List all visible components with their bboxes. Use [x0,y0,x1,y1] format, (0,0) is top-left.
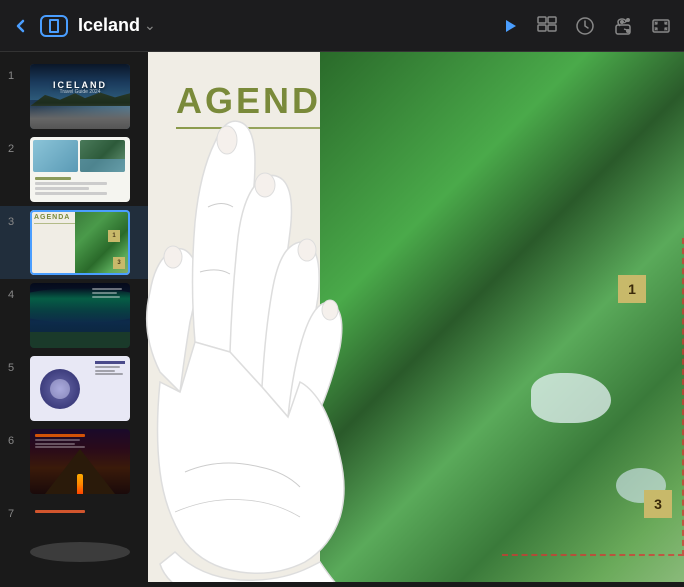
play-button[interactable] [500,16,520,36]
slide-thumbnail-1[interactable]: 1 ICELAND Travel Guide 2024 [0,60,148,133]
slide-panel: 1 ICELAND Travel Guide 2024 2 [0,52,148,582]
toolbar: Iceland ⌄ [0,0,684,52]
share-button[interactable] [612,15,634,37]
slide-preview-5 [30,356,130,421]
slide-preview-4 [30,283,130,348]
slide-editor: AGENDA 1 3 [148,52,684,582]
history-button[interactable] [574,15,596,37]
slide-number-4: 4 [8,283,24,301]
map-badge-1: 1 [618,275,646,303]
agenda-map: 1 3 [320,52,684,582]
slide-number-6: 6 [8,429,24,447]
fullscreen-button[interactable] [650,15,672,37]
slide-preview-6 [30,429,130,494]
slide-thumbnail-7[interactable]: 7 [0,498,148,571]
slide-preview-2 [30,137,130,202]
view-toggle-button[interactable] [40,15,68,37]
slide-number-1: 1 [8,64,24,82]
slide-preview-1: ICELAND Travel Guide 2024 [30,64,130,129]
slide-number-5: 5 [8,356,24,374]
slide-preview-7 [30,502,130,567]
slide-thumbnail-4[interactable]: 4 [0,279,148,352]
back-button[interactable] [12,17,30,35]
slide-number-2: 2 [8,137,24,155]
grid-view-button[interactable] [536,15,558,37]
presentation-title: Iceland [78,15,140,36]
slide-number-7: 7 [8,502,24,520]
slide-preview-3: AGENDA 1 3 [30,210,130,275]
slide-number-3: 3 [8,210,24,228]
slide-thumbnail-2[interactable]: 2 [0,133,148,206]
title-container: Iceland ⌄ [78,15,156,36]
current-slide-view: AGENDA 1 3 [148,52,684,582]
slide-thumbnail-5[interactable]: 5 [0,352,148,425]
map-badge-3: 3 [644,490,672,518]
slide-thumbnail-3[interactable]: 3 AGENDA 1 3 [0,206,148,279]
title-dropdown-icon[interactable]: ⌄ [144,17,156,34]
slide-thumbnail-6[interactable]: 6 [0,425,148,498]
map-snow-region-1 [531,373,611,423]
